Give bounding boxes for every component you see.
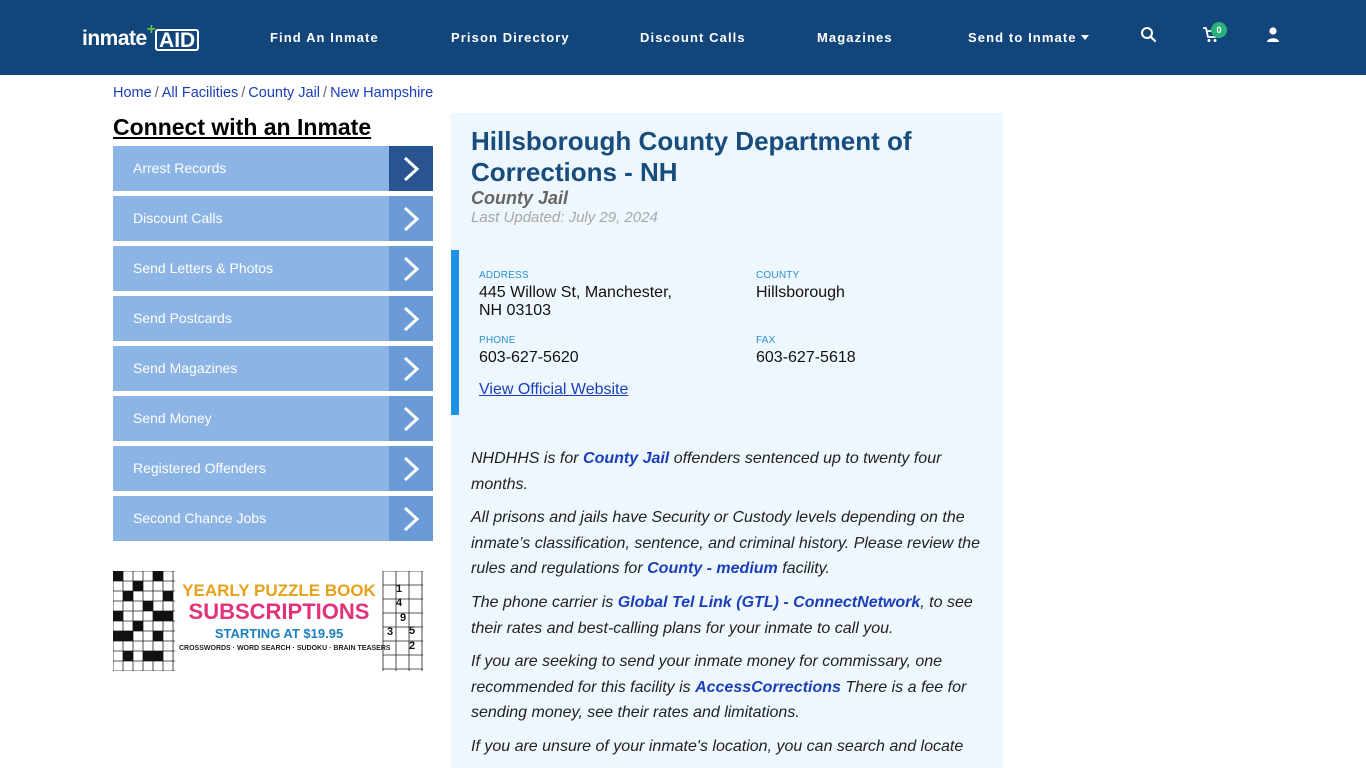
ad-digit: 2: [409, 640, 416, 652]
sidebar-item-label: Registered Offenders: [133, 460, 266, 476]
chevron-right-icon: [389, 446, 433, 491]
nav-find-an-inmate[interactable]: Find An Inmate: [270, 30, 379, 45]
logo-plus-icon: +: [146, 21, 157, 38]
ad-line-1: YEARLY PUZZLE BOOK: [182, 581, 376, 600]
sidebar-item-send-postcards[interactable]: Send Postcards: [113, 296, 433, 341]
content-paragraph-5: If you are unsure of your inmate's locat…: [471, 734, 986, 760]
sidebar-item-send-magazines[interactable]: Send Magazines: [113, 346, 433, 391]
content-paragraph-2: All prisons and jails have Security or C…: [471, 505, 986, 582]
fax-label: FAX: [756, 335, 776, 346]
county-label: COUNTY: [756, 270, 800, 281]
content-paragraph-1: NHDHHS is for County Jail offenders sent…: [471, 446, 986, 497]
last-updated-date: Last Updated: July 29, 2024: [471, 209, 658, 226]
nav-magazines[interactable]: Magazines: [817, 30, 893, 45]
sidebar-item-second-chance-jobs[interactable]: Second Chance Jobs: [113, 496, 433, 541]
paragraph-text: NHDHHS is for: [471, 450, 584, 467]
chevron-right-icon: [389, 246, 433, 291]
sidebar-item-label: Second Chance Jobs: [133, 510, 267, 526]
breadcrumb-separator: /: [154, 85, 159, 101]
phone-value[interactable]: 603-627-5620: [479, 349, 579, 367]
sidebar-item-send-letters-photos[interactable]: Send Letters & Photos: [113, 246, 433, 291]
paragraph-text: If you are unsure of your inmate's locat…: [471, 738, 964, 755]
nav-send-to-inmate-label: Send to Inmate: [968, 30, 1077, 45]
logo-text-aid: AID: [155, 29, 200, 51]
chevron-right-icon: [389, 196, 433, 241]
chevron-right-icon: [389, 296, 433, 341]
content-paragraph-3: The phone carrier is Global Tel Link (GT…: [471, 590, 986, 641]
address-line-1: 445 Willow St, Manchester,: [479, 284, 672, 301]
user-account-icon[interactable]: [1264, 26, 1282, 44]
ad-digit: 9: [400, 612, 407, 624]
paragraph-text: The phone carrier is: [471, 594, 618, 611]
facility-title: Hillsborough County Department of Correc…: [471, 126, 912, 187]
sidebar-item-registered-offenders[interactable]: Registered Offenders: [113, 446, 433, 491]
chevron-right-icon: [389, 396, 433, 441]
nav-discount-calls[interactable]: Discount Calls: [640, 30, 746, 45]
accesscorrections-link[interactable]: AccessCorrections: [695, 679, 841, 696]
puzzle-book-ad-banner[interactable]: YEARLY PUZZLE BOOK SUBSCRIPTIONS STARTIN…: [113, 571, 423, 671]
ad-digit: 5: [409, 625, 416, 637]
ad-line-2: SUBSCRIPTIONS: [188, 599, 370, 624]
gtl-connectnetwork-link[interactable]: Global Tel Link (GTL) - ConnectNetwork: [618, 594, 921, 611]
chevron-right-icon: [389, 146, 433, 191]
chevron-right-icon: [389, 346, 433, 391]
fax-value: 603-627-5618: [756, 349, 856, 366]
facility-type: County Jail: [471, 188, 569, 208]
ad-digit: 1: [396, 583, 403, 595]
sidebar-item-send-money[interactable]: Send Money: [113, 396, 433, 441]
ad-digit: 4: [396, 597, 403, 609]
paragraph-text: facility.: [777, 560, 830, 577]
sidebar-item-label: Send Letters & Photos: [133, 260, 274, 276]
sidebar-item-label: Send Postcards: [133, 310, 232, 326]
logo-text-inmate: inmate: [82, 27, 147, 50]
phone-label: PHONE: [479, 335, 516, 346]
county-jail-link[interactable]: County Jail: [583, 450, 669, 467]
sidebar-item-label: Send Money: [133, 410, 212, 426]
address-line-2: NH 03103: [479, 302, 552, 319]
view-official-website-link[interactable]: View Official Website: [479, 381, 628, 399]
sidebar-item-discount-calls[interactable]: Discount Calls: [113, 196, 433, 241]
connect-with-inmate-heading: Connect with an Inmate: [113, 114, 372, 140]
county-medium-link[interactable]: County - medium: [647, 560, 778, 577]
ad-line-4: CROSSWORDS · WORD SEARCH · SUDOKU · BRAI…: [179, 645, 391, 652]
breadcrumb-home[interactable]: Home: [113, 85, 152, 101]
breadcrumb-separator: /: [323, 85, 328, 101]
nav-prison-directory[interactable]: Prison Directory: [451, 30, 570, 45]
content-paragraph-4: If you are seeking to send your inmate m…: [471, 649, 986, 726]
ad-digit: 3: [387, 626, 394, 638]
cart-count-badge: 0: [1211, 22, 1227, 38]
ad-line-3: STARTING AT $19.95: [214, 626, 344, 641]
top-navbar: inmate + AID Find An Inmate Prison Direc…: [0, 0, 1366, 75]
nav-send-to-inmate[interactable]: Send to Inmate: [968, 30, 1089, 45]
search-icon[interactable]: [1140, 26, 1158, 44]
inmateaid-logo[interactable]: inmate + AID: [82, 21, 200, 51]
sidebar-item-label: Arrest Records: [133, 160, 227, 176]
breadcrumb: Home / All Facilities / County Jail / New Hamp…: [113, 85, 433, 101]
breadcrumb-all-facilities[interactable]: All Facilities: [162, 85, 239, 101]
sidebar-item-arrest-records[interactable]: Arrest Records: [113, 146, 433, 191]
county-value: Hillsborough: [756, 284, 845, 301]
sidebar-item-label: Discount Calls: [133, 210, 223, 226]
chevron-right-icon: [389, 496, 433, 541]
sidebar-item-label: Send Magazines: [133, 360, 238, 376]
chevron-down-icon: [1080, 35, 1089, 40]
breadcrumb-separator: /: [241, 85, 246, 101]
address-label: ADDRESS: [479, 270, 529, 281]
breadcrumb-new-hampshire[interactable]: New Hampshire: [330, 85, 433, 101]
breadcrumb-county-jail[interactable]: County Jail: [248, 85, 320, 101]
